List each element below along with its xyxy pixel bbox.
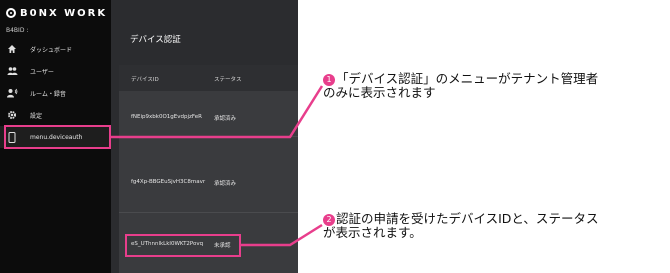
callout-2: 2 認証の申請を受けたデバイスIDと、ステータス が表示されます。 xyxy=(323,212,598,240)
callout-2-line2: が表示されます。 xyxy=(323,225,422,240)
callout-1-line2: のみに表示されます xyxy=(323,85,436,100)
callout-2-line1: 認証の申請を受けたデバイスIDと、ステータス xyxy=(336,211,599,226)
callout-1-line1: 「デバイス認証」のメニューがテナント管理者 xyxy=(336,71,599,86)
callout-1: 1 「デバイス認証」のメニューがテナント管理者 のみに表示されます xyxy=(323,72,598,100)
